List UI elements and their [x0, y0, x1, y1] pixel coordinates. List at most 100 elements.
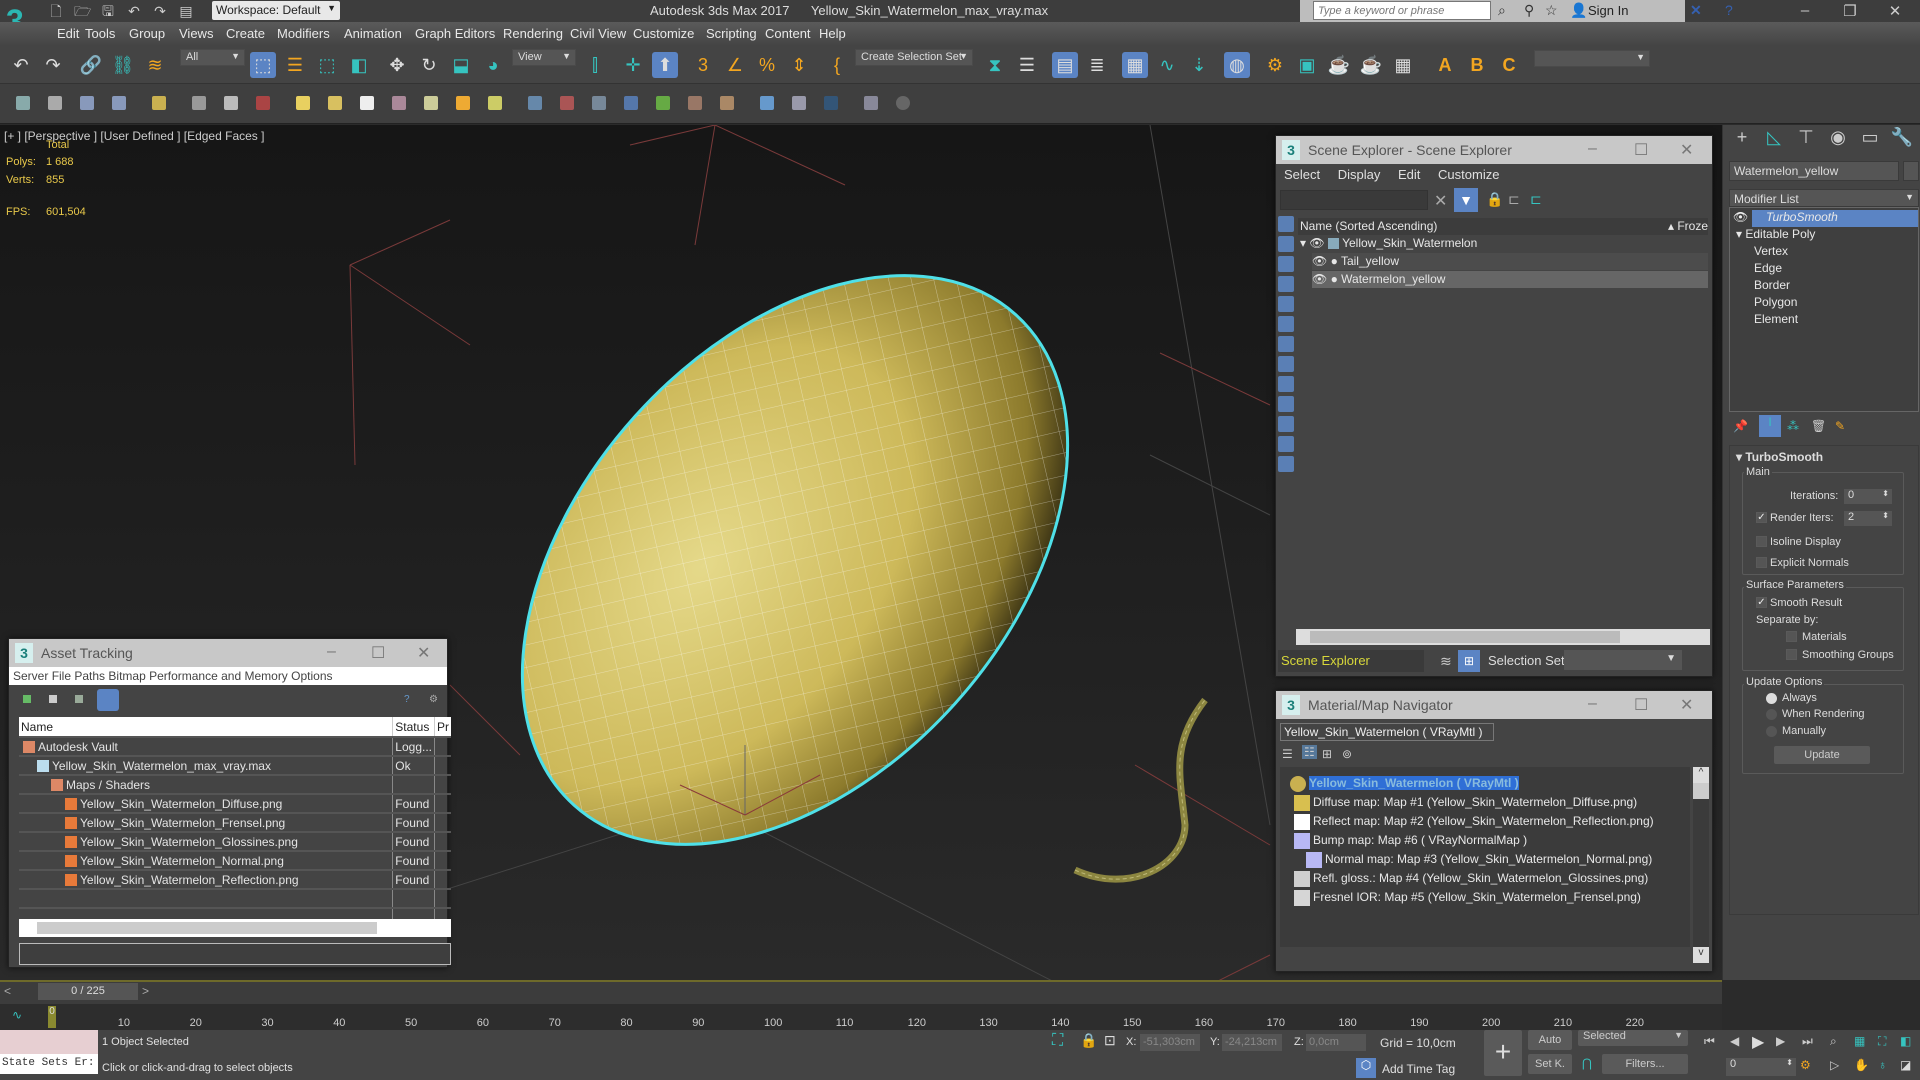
time-config-icon[interactable]: ⚙ — [1800, 1058, 1811, 1072]
render-iters-spinner[interactable]: 2 ⬍ — [1844, 511, 1892, 526]
clear-search-icon[interactable]: ✕ — [1434, 191, 1447, 211]
refresh-icon[interactable] — [23, 695, 31, 703]
render-iters-checkbox[interactable]: ✓ — [1756, 512, 1767, 523]
filter-groups-icon[interactable] — [1278, 336, 1294, 352]
view-list-icon[interactable]: ☰ — [1282, 747, 1293, 761]
lock-icon[interactable]: 🔒 — [1486, 191, 1503, 208]
bind-space-warp-icon[interactable]: ≋ — [142, 52, 168, 78]
auto-key-button[interactable]: Auto — [1528, 1030, 1572, 1050]
asset-row[interactable]: Yellow_Skin_Watermelon_Normal.png Found — [19, 851, 451, 871]
open-file-icon[interactable]: 🗁 — [74, 3, 91, 19]
stack-item-polygon[interactable]: Polygon — [1730, 295, 1918, 312]
undo-icon[interactable]: ↶ — [8, 52, 34, 78]
orbit-icon[interactable]: ♁ — [1878, 1058, 1887, 1072]
hierarchy-icon[interactable]: ⊏ — [1508, 191, 1520, 208]
at-menu-file[interactable]: File — [52, 669, 71, 683]
zoom-extents-all-icon[interactable]: ◧ — [1900, 1034, 1911, 1048]
window-crossing-icon[interactable]: ◧ — [346, 52, 372, 78]
smoothing-groups-checkbox[interactable] — [1786, 649, 1797, 660]
close-icon[interactable]: ✕ — [1680, 140, 1693, 160]
se-menu-edit[interactable]: Edit — [1398, 167, 1420, 182]
current-frame-marker[interactable]: 0 — [48, 1006, 56, 1028]
material-navigator-titlebar[interactable]: 3 Material/Map Navigator – ☐ ✕ — [1276, 691, 1712, 719]
curve-editor-mini-icon[interactable]: ∿ — [12, 1008, 22, 1022]
object-color-swatch[interactable] — [1903, 161, 1919, 181]
at-menu-bitmap[interactable]: Bitmap Performance and Memory — [108, 669, 287, 683]
toolbar2-icon-22[interactable] — [720, 96, 734, 110]
prev-frame-button[interactable]: < — [4, 984, 11, 998]
asset-row[interactable]: Yellow_Skin_Watermelon_Diffuse.png Found — [19, 794, 451, 814]
toolbar2-icon-6[interactable] — [192, 96, 206, 110]
satellite-icon[interactable]: ⚲ — [1524, 2, 1534, 19]
rotate-icon[interactable]: ↻ — [416, 52, 442, 78]
material-root[interactable]: Yellow_Skin_Watermelon ( VRayMtl ) — [1290, 776, 1519, 794]
time-slider[interactable]: 0 / 225 — [38, 983, 138, 1000]
text-b-icon[interactable]: B — [1464, 52, 1490, 78]
toolbar2-icon-23[interactable] — [760, 96, 774, 110]
minimize-icon[interactable]: – — [1588, 695, 1597, 713]
pan-icon[interactable]: ✋ — [1854, 1058, 1869, 1072]
current-material-field[interactable]: Yellow_Skin_Watermelon ( VRayMtl ) — [1280, 723, 1494, 741]
place-icon[interactable]: ◕ — [480, 52, 506, 78]
view-list-icons-icon[interactable]: ☷ — [1302, 745, 1317, 759]
vertical-scrollbar[interactable]: ^ v — [1693, 767, 1709, 963]
filter-cameras-icon[interactable] — [1278, 276, 1294, 292]
tree-item[interactable]: 👁 ● Tail_yellow — [1312, 253, 1708, 270]
menu-modifiers[interactable]: Modifiers — [277, 26, 330, 41]
binoculars-icon[interactable]: ⌕ — [1498, 2, 1506, 19]
map-item[interactable]: Reflect map: Map #2 (Yellow_Skin_Waterme… — [1294, 814, 1654, 832]
asset-tracking-titlebar[interactable]: 3 Asset Tracking – ☐ ✕ — [9, 639, 447, 667]
hierarchy-mode-icon[interactable]: ⊞ — [1458, 650, 1480, 672]
column-header[interactable]: Name (Sorted Ascending) ▴ Froze — [1298, 218, 1708, 235]
close-button[interactable]: ✕ — [1880, 2, 1910, 20]
at-menu-paths[interactable]: Paths — [74, 669, 105, 683]
redo-icon[interactable]: ↷ — [152, 3, 168, 19]
asset-row[interactable]: Maps / Shaders — [19, 775, 451, 795]
unlink-icon[interactable]: ⛓ — [110, 52, 136, 78]
select-object-icon[interactable]: ⬚ — [250, 52, 276, 78]
zoom-icon[interactable]: ⌕ — [1830, 1034, 1837, 1049]
filter-shapes-icon[interactable] — [1278, 236, 1294, 252]
create-tab-icon[interactable]: + — [1727, 127, 1757, 155]
column-name[interactable]: Name — [19, 717, 393, 738]
mirror-icon[interactable]: ⧗ — [982, 52, 1008, 78]
ribbon-toggle-icon[interactable]: ▦ — [1122, 52, 1148, 78]
toolbar2-icon-11[interactable] — [360, 96, 374, 110]
undo-icon[interactable]: ↶ — [126, 3, 142, 19]
z-coordinate-field[interactable]: 0,0cm — [1306, 1034, 1366, 1051]
selection-set-dropdown[interactable]: ▼ — [1564, 650, 1682, 670]
help-icon[interactable]: ? — [1725, 2, 1733, 18]
toolbar2-icon-14[interactable] — [456, 96, 470, 110]
minimize-icon[interactable]: – — [1588, 140, 1597, 158]
rendered-frame-window-icon[interactable]: ▣ — [1294, 52, 1320, 78]
visibility-eye-icon[interactable]: 👁 — [1309, 236, 1324, 250]
save-icon[interactable]: 🖫 — [100, 3, 116, 19]
filter-hidden-icon[interactable] — [1278, 436, 1294, 452]
toolbar2-icon-19[interactable] — [624, 96, 638, 110]
configure-sets-icon[interactable]: ✎ — [1835, 419, 1845, 433]
toolbar2-icon-7[interactable] — [224, 96, 238, 110]
maximize-icon[interactable]: ☐ — [371, 643, 385, 663]
maximize-viewport-icon[interactable]: ◪ — [1900, 1058, 1911, 1072]
motion-tab-icon[interactable]: ◉ — [1823, 127, 1853, 155]
settings-icon[interactable]: ⚙ — [429, 694, 438, 705]
at-menu-server[interactable]: Server — [13, 669, 48, 683]
menu-create[interactable]: Create — [226, 26, 265, 41]
workspace-dropdown[interactable]: Workspace: Default ▼ — [212, 1, 340, 20]
layers-icon[interactable]: ≋ — [1440, 653, 1452, 670]
isoline-display-checkbox[interactable] — [1756, 536, 1767, 547]
visibility-eye-icon[interactable]: 👁 — [1733, 210, 1748, 224]
se-menu-display[interactable]: Display — [1338, 167, 1381, 182]
time-tag-icon[interactable]: ⬡ — [1356, 1058, 1376, 1078]
text-a-icon[interactable]: A — [1432, 52, 1458, 78]
hierarchy-expand-icon[interactable]: ⊏ — [1530, 191, 1542, 208]
x-coordinate-field[interactable]: -51,303cm — [1140, 1034, 1200, 1051]
snaps-toggle-icon[interactable]: 3 — [690, 52, 716, 78]
move-icon[interactable]: ✥ — [384, 52, 410, 78]
close-icon[interactable]: ✕ — [1680, 695, 1693, 715]
visibility-eye-icon[interactable]: 👁 — [1312, 272, 1327, 286]
view-small-icons-icon[interactable]: ⊞ — [1322, 747, 1332, 761]
toolbar2-icon-16[interactable] — [528, 96, 542, 110]
go-to-start-icon[interactable]: ⏮ — [1704, 1034, 1715, 1049]
iterations-spinner[interactable]: 0 ⬍ — [1844, 489, 1892, 504]
